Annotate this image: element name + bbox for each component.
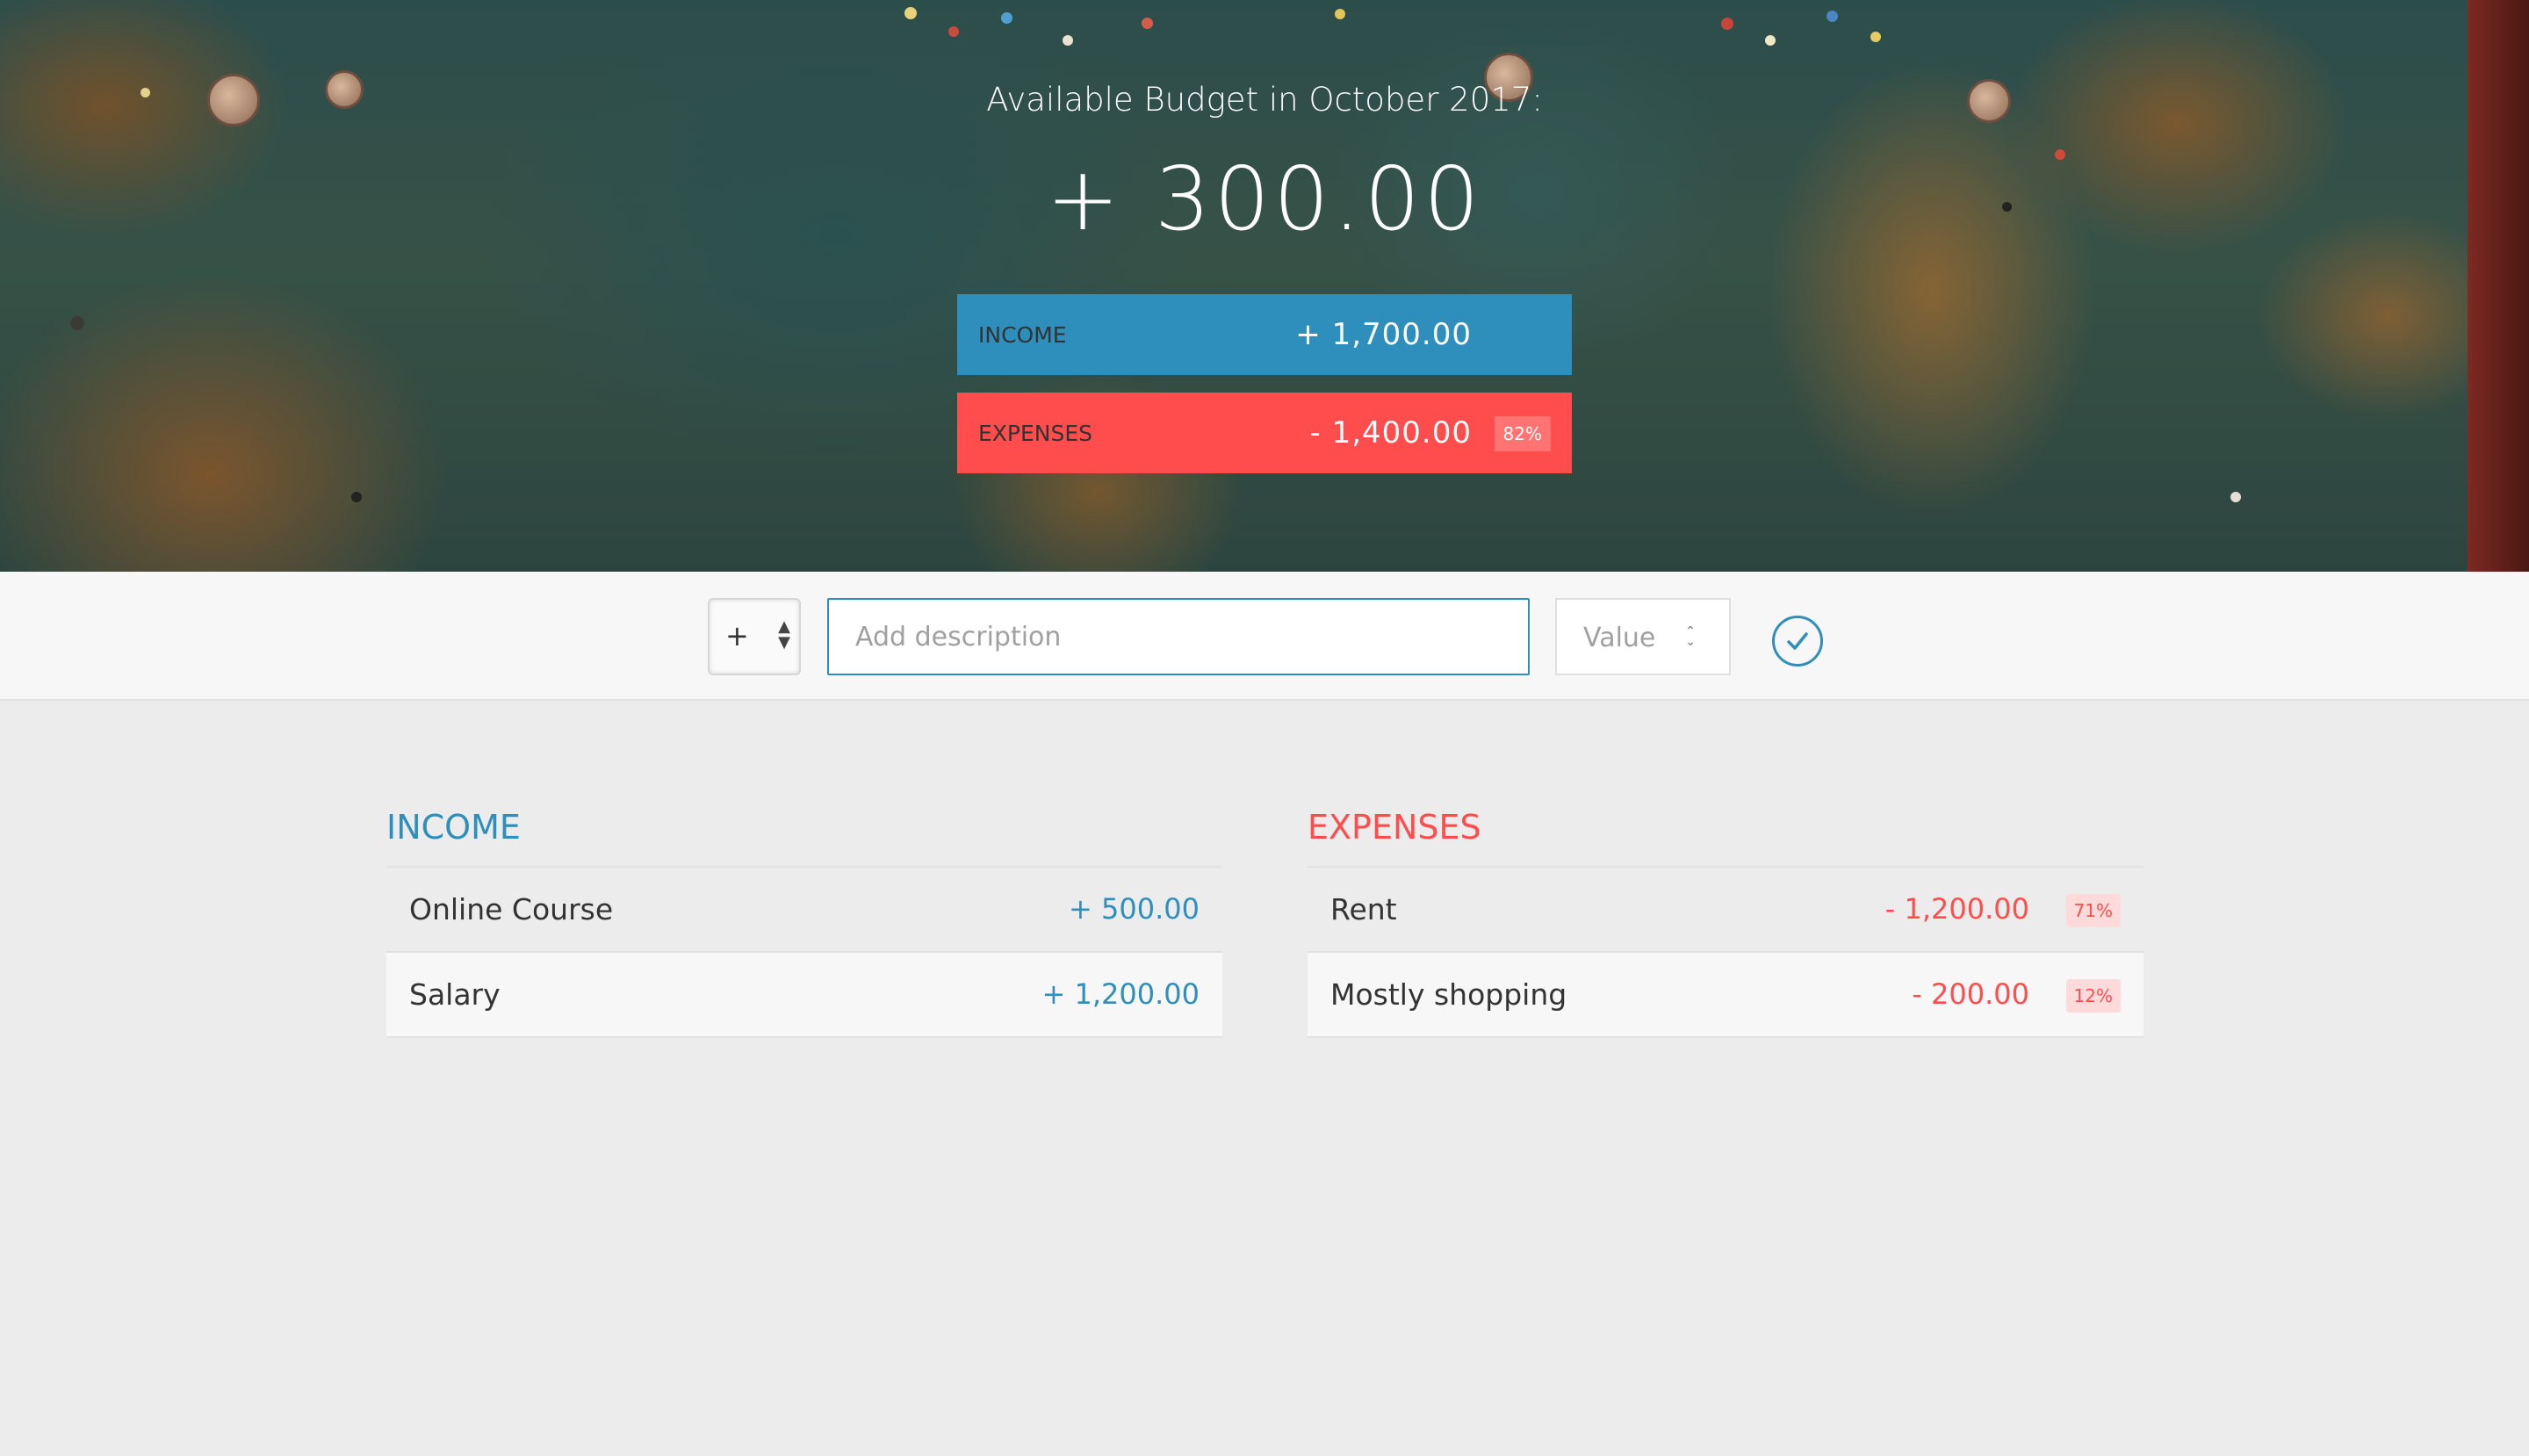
map-pin-decoration bbox=[70, 316, 84, 330]
expenses-summary-label: EXPENSES bbox=[978, 420, 1093, 446]
expenses-summary-value: - 1,400.00 bbox=[1309, 415, 1472, 450]
expenses-summary: EXPENSES - 1,400.00 82% bbox=[957, 393, 1572, 473]
map-pin-decoration bbox=[1142, 18, 1153, 29]
expense-item-value: - 1,200.00 bbox=[1884, 892, 2029, 926]
expenses-percentage-badge: 82% bbox=[1494, 416, 1551, 451]
map-pin-decoration bbox=[1826, 11, 1838, 22]
description-input[interactable] bbox=[827, 598, 1530, 675]
available-budget-value: + 300.00 bbox=[1046, 148, 1483, 250]
income-summary-value: + 1,700.00 bbox=[1295, 317, 1472, 352]
check-icon bbox=[1787, 632, 1808, 650]
income-item-description: Salary bbox=[409, 977, 501, 1012]
expenses-list: EXPENSES Rent - 1,200.00 71% Mostly shop… bbox=[1308, 808, 2144, 1038]
number-spinner-icon[interactable]: ⌃ ⌄ bbox=[1685, 625, 1696, 648]
expense-item[interactable]: Rent - 1,200.00 71% bbox=[1308, 868, 2144, 953]
income-item[interactable]: Salary + 1,200.00 bbox=[386, 953, 1222, 1038]
income-list-title: INCOME bbox=[386, 808, 1222, 868]
map-pin-decoration bbox=[1870, 32, 1881, 42]
expense-item-percentage-badge: 71% bbox=[2065, 894, 2121, 927]
expense-item-description: Rent bbox=[1330, 892, 1397, 926]
income-list: INCOME Online Course + 500.00 Salary + 1… bbox=[386, 808, 1222, 1038]
income-item[interactable]: Online Course + 500.00 bbox=[386, 868, 1222, 953]
map-pin-decoration bbox=[1001, 12, 1012, 24]
map-pin-decoration bbox=[904, 7, 917, 19]
map-pin-decoration bbox=[948, 26, 959, 37]
income-summary-label: INCOME bbox=[978, 321, 1067, 348]
expense-item-percentage-badge: 12% bbox=[2065, 979, 2121, 1013]
expense-item-description: Mostly shopping bbox=[1330, 977, 1567, 1012]
expenses-list-title: EXPENSES bbox=[1308, 808, 2144, 868]
map-pin-decoration bbox=[351, 492, 362, 502]
map-pin-decoration bbox=[1063, 35, 1073, 46]
add-item-bar: + ▲▼ Value ⌃⌄ bbox=[0, 572, 2529, 701]
type-select-value: + bbox=[725, 619, 749, 652]
income-item-description: Online Course bbox=[409, 892, 614, 926]
income-item-value: + 1,200.00 bbox=[1041, 977, 1200, 1011]
map-pin-decoration bbox=[2230, 492, 2241, 502]
value-placeholder: Value bbox=[1583, 623, 1656, 653]
budget-title: Available Budget in October 2017: bbox=[986, 81, 1543, 119]
expense-item[interactable]: Mostly shopping - 200.00 12% bbox=[1308, 953, 2144, 1038]
map-pin-decoration bbox=[1765, 35, 1776, 46]
select-arrows-icon: ▲ ▼ bbox=[778, 617, 790, 652]
income-item-value: + 500.00 bbox=[1069, 892, 1200, 926]
add-item-button[interactable] bbox=[1772, 616, 1823, 667]
type-select[interactable]: + ▲ ▼ bbox=[708, 598, 801, 675]
map-pin-decoration bbox=[1721, 18, 1733, 30]
expense-item-value: - 200.00 bbox=[1912, 977, 2029, 1011]
income-summary: INCOME + 1,700.00 bbox=[957, 294, 1572, 375]
map-pin-decoration bbox=[1335, 9, 1345, 19]
value-input[interactable]: Value ⌃ ⌄ bbox=[1555, 598, 1731, 675]
